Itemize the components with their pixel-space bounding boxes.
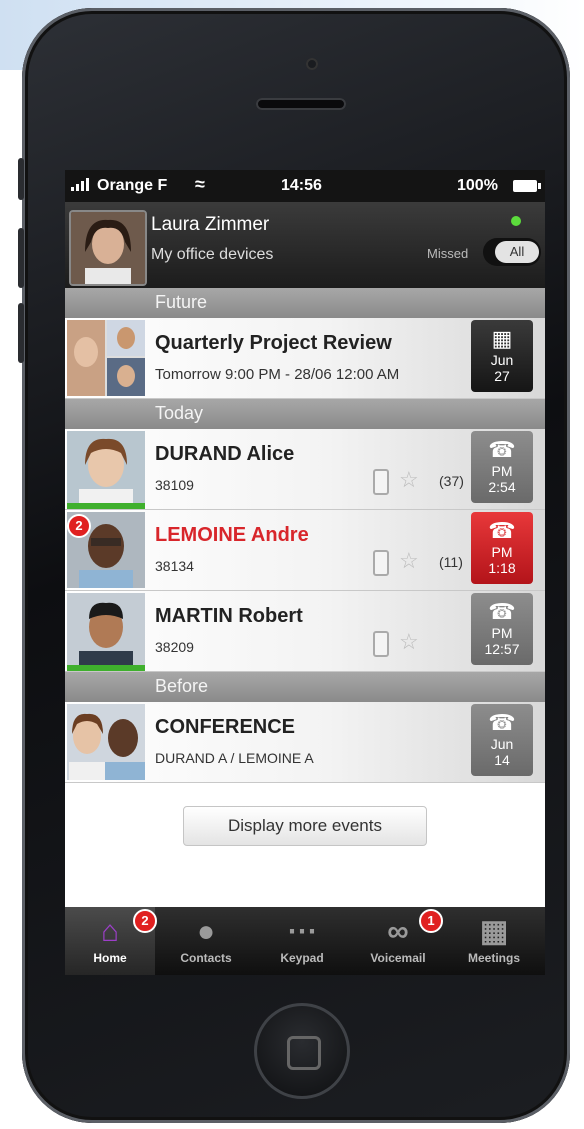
home-hardware-button[interactable] — [254, 1003, 350, 1099]
earpiece-speaker — [256, 98, 346, 110]
user-header: Laura Zimmer My office devices Missed Al… — [65, 202, 545, 288]
clock: 14:56 — [281, 177, 322, 194]
group-avatar — [67, 320, 145, 396]
section-today: Today — [65, 399, 545, 429]
call-time-tile[interactable]: ☎ PM 1:18 — [471, 512, 533, 584]
avatar[interactable] — [69, 210, 147, 286]
call-date-tile[interactable]: ☎ Jun 14 — [471, 704, 533, 776]
phone-icon: ☎ — [488, 518, 516, 543]
event-detail: Tomorrow 9:00 PM - 28/06 12:00 AM — [155, 366, 400, 383]
tab-contacts[interactable]: ● Contacts — [161, 907, 251, 975]
phone-icon: ☎ — [488, 599, 516, 624]
presence-bar — [67, 665, 145, 671]
section-before: Before — [65, 672, 545, 702]
event-detail: DURAND A / LEMOINE A — [155, 750, 314, 766]
favorite-star-icon[interactable]: ☆ — [399, 467, 419, 493]
battery-icon — [513, 180, 541, 192]
contact-avatar — [67, 431, 145, 507]
filter-all-label[interactable]: All — [495, 241, 539, 263]
volume-up-button — [18, 228, 24, 288]
battery-label: 100% — [457, 177, 498, 194]
filter-toggle[interactable]: All — [483, 238, 541, 266]
screen: Orange F ≈ 14:56 100% Laura Zimmer My of… — [65, 170, 545, 975]
contact-number: 38109 — [155, 477, 194, 493]
tab-bar: ⌂ Home 2 ● Contacts ⋯ Keypad ∞ Voicemail… — [65, 907, 545, 975]
calendar-icon: ▦ — [479, 915, 509, 948]
front-camera — [306, 58, 318, 70]
display-more-events-button[interactable]: Display more events — [183, 806, 427, 846]
contact-number: 38134 — [155, 558, 194, 574]
device-icon — [373, 550, 389, 576]
event-date-tile[interactable]: ▦ Jun 27 — [471, 320, 533, 392]
group-avatar — [67, 704, 145, 780]
favorite-star-icon[interactable]: ☆ — [399, 548, 419, 574]
tab-keypad[interactable]: ⋯ Keypad — [257, 907, 347, 975]
phone-icon: ☎ — [488, 437, 516, 462]
favorite-star-icon[interactable]: ☆ — [399, 629, 419, 655]
device-icon — [373, 469, 389, 495]
contact-name: LEMOINE Andre — [155, 524, 309, 546]
call-count: (37) — [439, 473, 464, 489]
volume-down-button — [18, 303, 24, 363]
contact-avatar — [67, 593, 145, 669]
call-row-conference[interactable]: CONFERENCE DURAND A / LEMOINE A ☎ Jun 14 — [65, 702, 545, 783]
tab-meetings[interactable]: ▦ Meetings — [449, 907, 539, 975]
contact-name: DURAND Alice — [155, 443, 295, 465]
contact-number: 38209 — [155, 639, 194, 655]
status-bar: Orange F ≈ 14:56 100% — [65, 170, 545, 202]
home-badge: 2 — [133, 909, 157, 933]
call-row-lemoine[interactable]: 2 LEMOINE Andre 38134 ☆ (11) ☎ PM 1:18 — [65, 510, 545, 591]
mute-switch — [18, 158, 24, 200]
call-row-martin[interactable]: MARTIN Robert 38209 ☆ ☎ PM 12:57 — [65, 591, 545, 672]
calendar-icon: ▦ — [491, 326, 513, 351]
call-time-tile[interactable]: ☎ PM 12:57 — [471, 593, 533, 665]
filter-missed-label[interactable]: Missed — [427, 246, 468, 261]
section-future: Future — [65, 288, 545, 318]
event-title: Quarterly Project Review — [155, 332, 392, 354]
person-icon: ● — [196, 915, 216, 948]
user-subtitle[interactable]: My office devices — [151, 246, 273, 264]
signal-icon — [71, 177, 95, 196]
presence-bar — [67, 503, 145, 509]
event-title: CONFERENCE — [155, 716, 296, 738]
presence-indicator — [511, 216, 521, 226]
user-name: Laura Zimmer — [151, 214, 270, 235]
missed-count-badge: 2 — [67, 514, 91, 538]
keypad-icon: ⋯ — [287, 915, 317, 948]
phone-icon: ☎ — [488, 710, 516, 735]
contact-name: MARTIN Robert — [155, 605, 303, 627]
wifi-icon: ≈ — [195, 174, 205, 194]
event-row-meeting[interactable]: Quarterly Project Review Tomorrow 9:00 P… — [65, 318, 545, 399]
carrier-label: Orange F — [97, 177, 168, 194]
call-time-tile[interactable]: ☎ PM 2:54 — [471, 431, 533, 503]
call-count: (11) — [439, 554, 463, 570]
voicemail-badge: 1 — [419, 909, 443, 933]
device-icon — [373, 631, 389, 657]
call-row-durand[interactable]: DURAND Alice 38109 ☆ (37) ☎ PM 2:54 — [65, 429, 545, 510]
